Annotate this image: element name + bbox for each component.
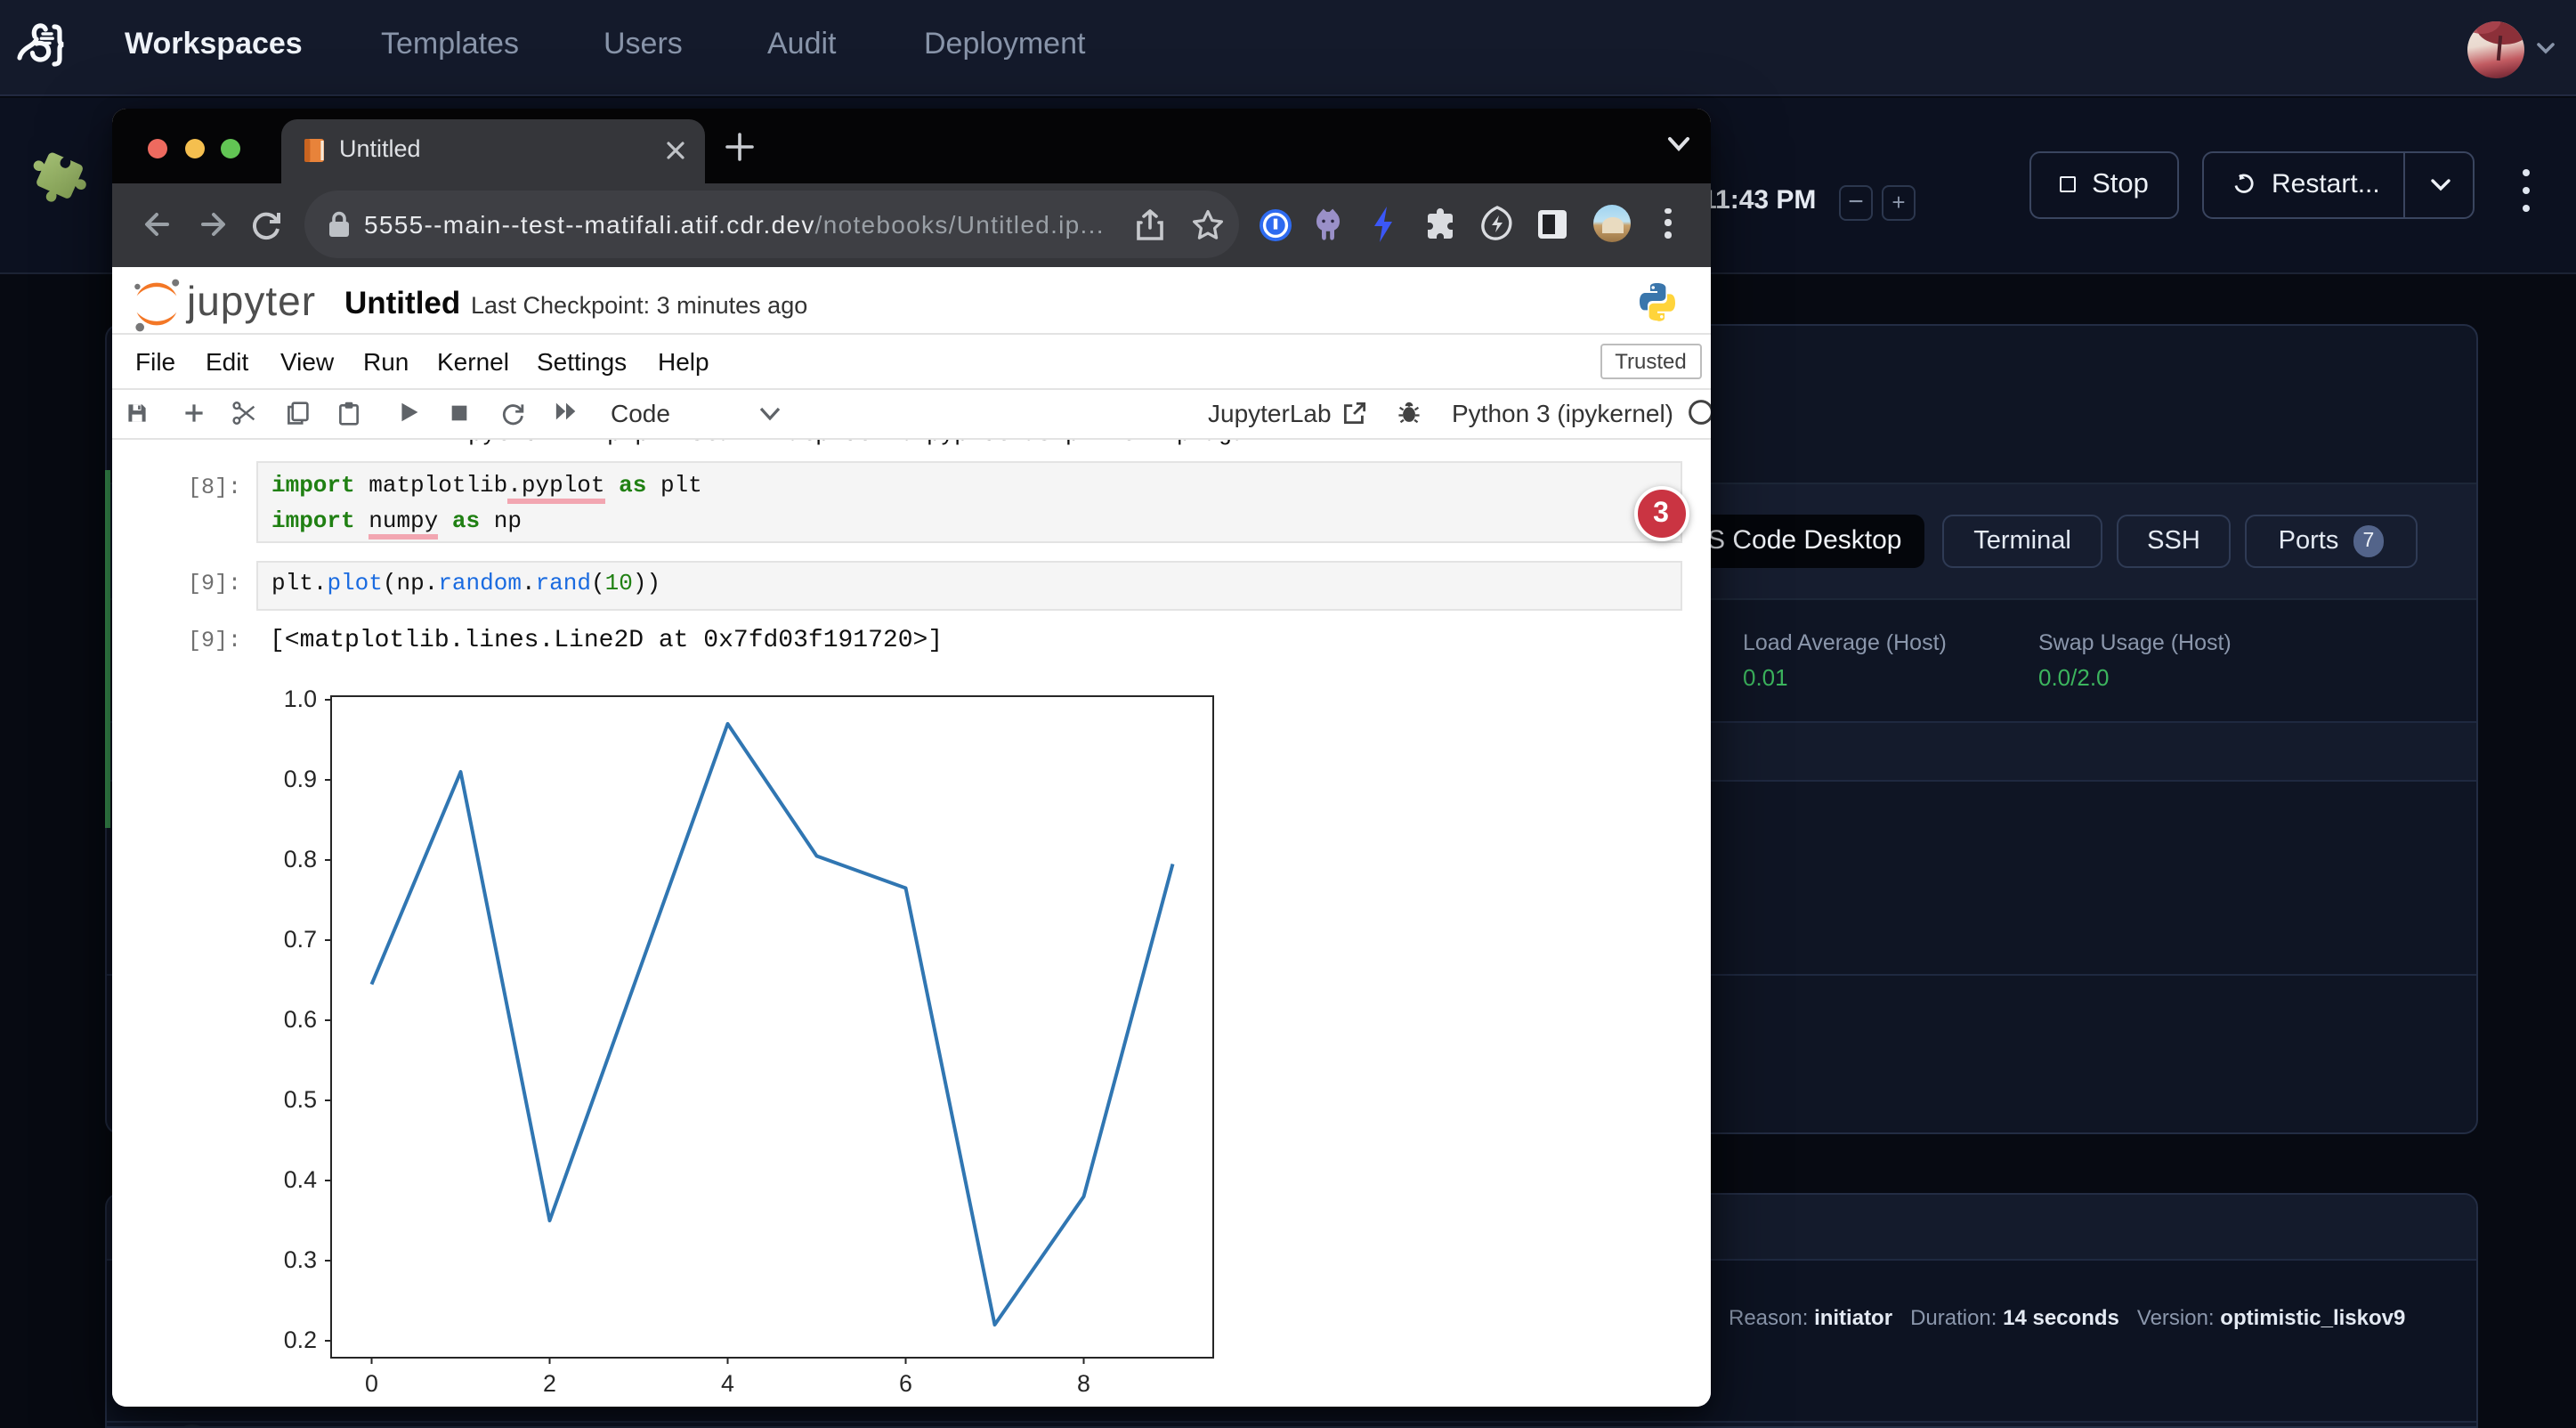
svg-text:0: 0	[365, 1369, 378, 1396]
svg-text:0.8: 0.8	[284, 845, 317, 872]
svg-text:0.3: 0.3	[284, 1245, 317, 1272]
svg-text:4: 4	[721, 1369, 734, 1396]
svg-text:0.2: 0.2	[284, 1326, 317, 1352]
svg-text:8: 8	[1077, 1369, 1090, 1396]
svg-text:0.6: 0.6	[284, 1005, 317, 1032]
svg-text:0.4: 0.4	[284, 1165, 317, 1192]
svg-text:2: 2	[543, 1369, 556, 1396]
svg-text:1.0: 1.0	[284, 685, 317, 711]
svg-text:0.7: 0.7	[284, 925, 317, 952]
svg-text:6: 6	[899, 1369, 912, 1396]
svg-text:0.5: 0.5	[284, 1085, 317, 1112]
svg-text:0.9: 0.9	[284, 765, 317, 791]
